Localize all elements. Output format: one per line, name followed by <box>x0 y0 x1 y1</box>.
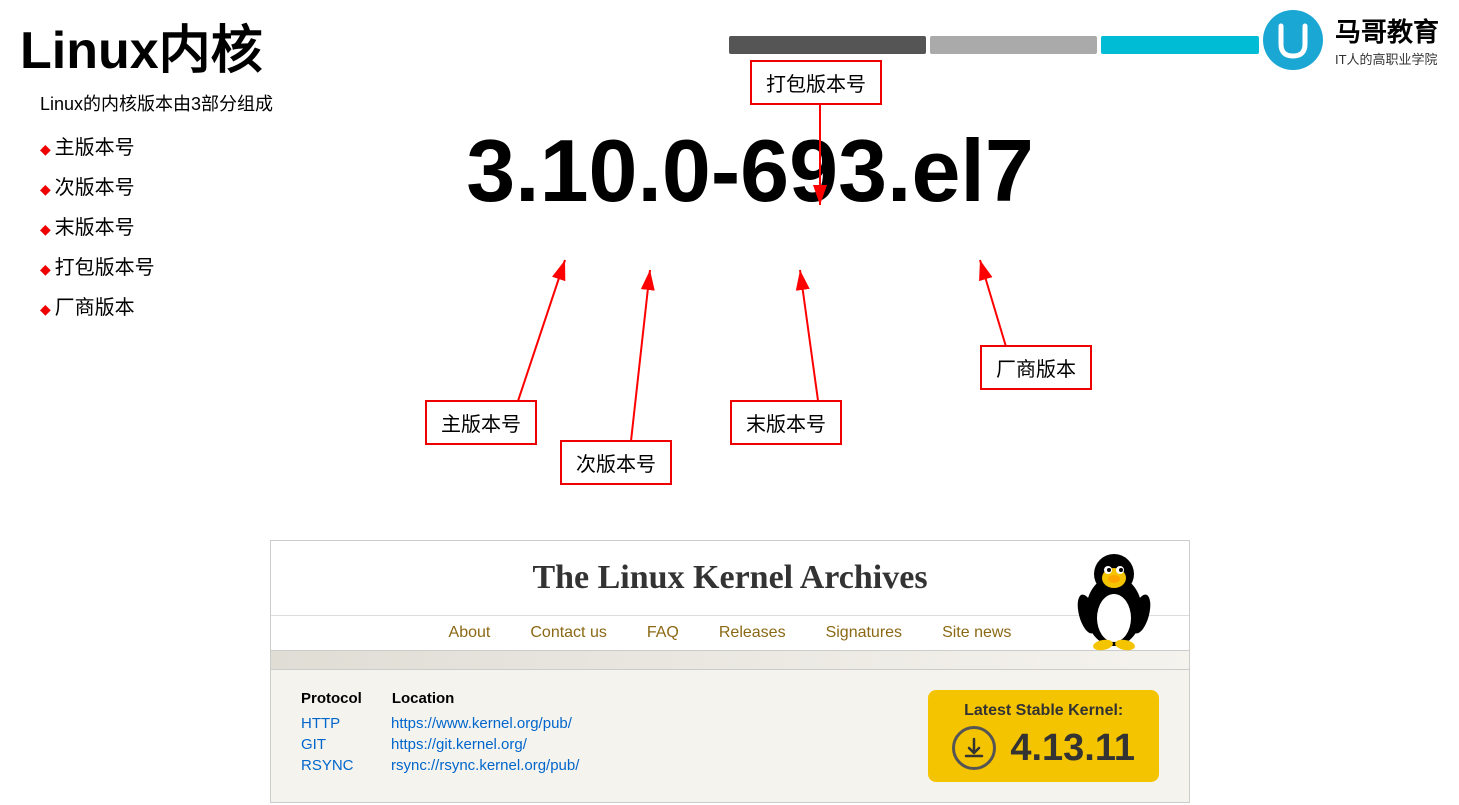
left-panel: Linux的内核版本由3部分组成 主版本号 次版本号 末版本号 打包版本号 厂商… <box>40 90 320 328</box>
kernel-content: Protocol Location HTTP https://www.kerne… <box>271 670 1189 802</box>
version-display-area: 3.10.0-693.el7 打包版本号 主版本号 <box>320 60 1180 480</box>
table-header: Protocol Location <box>301 690 579 707</box>
progress-bar-dark <box>729 36 926 54</box>
nav-releases[interactable]: Releases <box>719 624 786 642</box>
url-rsync[interactable]: rsync://rsync.kernel.org/pub/ <box>391 757 579 774</box>
url-http[interactable]: https://www.kernel.org/pub/ <box>391 715 572 732</box>
nav-contact[interactable]: Contact us <box>530 624 606 642</box>
latest-kernel-label: Latest Stable Kernel: <box>964 702 1123 720</box>
protocol-table: Protocol Location HTTP https://www.kerne… <box>301 690 579 782</box>
nav-about[interactable]: About <box>449 624 491 642</box>
kernel-title: The Linux Kernel Archives <box>532 559 927 597</box>
annotation-patch: 末版本号 <box>730 400 842 445</box>
protocol-rsync[interactable]: RSYNC <box>301 757 361 774</box>
kernel-header: The Linux Kernel Archives <box>271 541 1189 615</box>
annotation-major: 主版本号 <box>425 400 537 445</box>
brand-name: 马哥教育 <box>1335 12 1439 49</box>
progress-bar-blue <box>1101 36 1259 54</box>
brand-icon <box>1263 10 1323 70</box>
main-content: Linux的内核版本由3部分组成 主版本号 次版本号 末版本号 打包版本号 厂商… <box>0 90 1459 800</box>
brand-logo: 马哥教育 IT人的高职业学院 <box>1263 10 1439 70</box>
protocol-http[interactable]: HTTP <box>301 715 361 732</box>
table-row: RSYNC rsync://rsync.kernel.org/pub/ <box>301 757 579 774</box>
download-icon[interactable] <box>952 726 996 770</box>
bullet-vendor: 厂商版本 <box>40 288 320 328</box>
tux-logo <box>1069 546 1159 656</box>
kernel-nav: About Contact us FAQ Releases Signatures… <box>271 615 1189 650</box>
latest-kernel-box: Latest Stable Kernel: 4.13.11 <box>928 690 1159 782</box>
page-title: Linux内核 <box>20 8 263 83</box>
nav-signatures[interactable]: Signatures <box>826 624 903 642</box>
latest-kernel-version: 4.13.11 <box>952 726 1135 770</box>
bullet-patch: 末版本号 <box>40 208 320 248</box>
nav-site-news[interactable]: Site news <box>942 624 1011 642</box>
progress-bar-container <box>729 36 1259 54</box>
version-number: 3.10.0-693.el7 <box>466 120 1034 222</box>
url-git[interactable]: https://git.kernel.org/ <box>391 736 527 753</box>
brand-text: 马哥教育 IT人的高职业学院 <box>1335 12 1439 68</box>
bullet-package: 打包版本号 <box>40 248 320 288</box>
kernel-divider <box>271 650 1189 670</box>
brand-subtitle: IT人的高职业学院 <box>1335 49 1439 68</box>
protocol-git[interactable]: GIT <box>301 736 361 753</box>
nav-faq[interactable]: FAQ <box>647 624 679 642</box>
progress-bar-gray <box>930 36 1097 54</box>
annotation-minor: 次版本号 <box>560 440 672 485</box>
intro-text: Linux的内核版本由3部分组成 <box>40 90 320 116</box>
annotation-package: 打包版本号 <box>750 60 882 105</box>
bullet-minor: 次版本号 <box>40 168 320 208</box>
latest-version-number: 4.13.11 <box>1010 727 1135 770</box>
bullet-major: 主版本号 <box>40 128 320 168</box>
table-row: GIT https://git.kernel.org/ <box>301 736 579 753</box>
annotation-vendor: 厂商版本 <box>980 345 1092 390</box>
col1-header: Protocol <box>301 690 362 707</box>
bullet-list: 主版本号 次版本号 末版本号 打包版本号 厂商版本 <box>40 128 320 328</box>
kernel-website: The Linux Kernel Archives <box>270 540 1190 803</box>
col2-header: Location <box>392 690 455 707</box>
table-row: HTTP https://www.kernel.org/pub/ <box>301 715 579 732</box>
